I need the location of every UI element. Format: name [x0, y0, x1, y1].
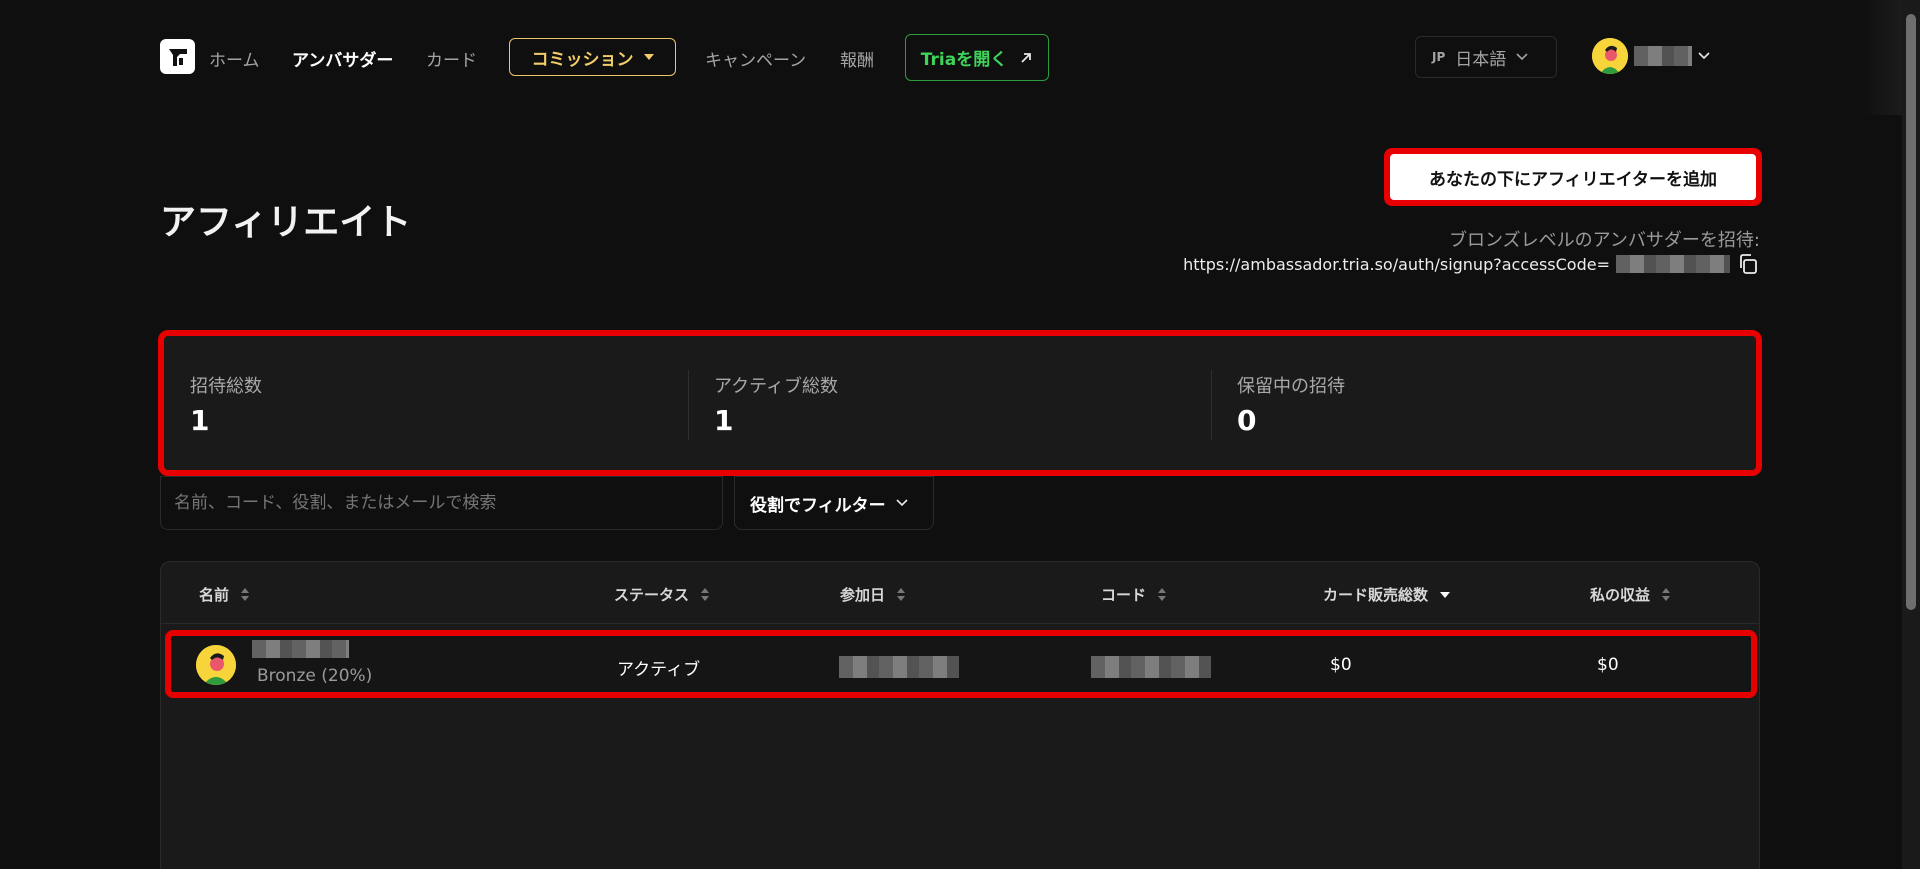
copy-icon[interactable] [1736, 252, 1760, 276]
column-label: 名前 [199, 586, 230, 604]
role-filter-dropdown[interactable]: 役割でフィルター [734, 476, 934, 530]
column-header-joined-date[interactable]: 参加日 [840, 584, 906, 605]
sort-icon [897, 588, 906, 601]
column-label: 私の収益 [1590, 586, 1651, 604]
stat-label: アクティブ総数 [714, 376, 839, 397]
caret-down-icon [643, 54, 654, 60]
sort-icon [1662, 588, 1671, 601]
open-tria-button[interactable]: Triaを開く [905, 34, 1049, 81]
avatar-illustration-icon [1592, 38, 1628, 74]
avatar-illustration-icon [196, 645, 236, 685]
avatar [1592, 38, 1628, 74]
language-selector[interactable]: JP 日本語 [1415, 36, 1557, 78]
affiliates-table: 名前 ステータス 参加日 コード カード販売総数 私の収益 Bronze (20… [160, 561, 1760, 869]
stat-divider [688, 370, 689, 440]
sort-icon [1158, 588, 1167, 601]
invite-link[interactable]: https://ambassador.tria.so/auth/signup?a… [1183, 255, 1610, 274]
access-code-redacted [1616, 255, 1730, 273]
nav-commission-dropdown[interactable]: コミッション [509, 38, 676, 76]
stat-value: 0 [1237, 404, 1257, 437]
column-label: コード [1101, 586, 1147, 604]
stat-value: 1 [714, 404, 734, 437]
add-affiliate-button[interactable]: あなたの下にアフィリエイターを追加 [1390, 154, 1756, 200]
language-code: JP [1432, 50, 1446, 64]
my-earnings: $0 [1597, 655, 1619, 675]
affiliate-status: アクティブ [617, 660, 701, 680]
affiliate-name-redacted [252, 640, 349, 658]
table-row[interactable]: Bronze (20%) アクティブ $0 $0 [165, 630, 1757, 698]
language-label: 日本語 [1455, 49, 1507, 70]
chevron-down-icon [896, 499, 908, 507]
tria-logo-icon[interactable] [160, 39, 195, 74]
invite-link-row: https://ambassador.tria.so/auth/signup?a… [1183, 252, 1760, 276]
stat-value: 1 [190, 404, 210, 437]
chevron-down-icon [1698, 52, 1710, 60]
nav-card[interactable]: カード [426, 46, 477, 71]
column-header-my-earnings[interactable]: 私の収益 [1590, 584, 1671, 605]
scrollbar[interactable] [1902, 0, 1920, 869]
arrow-up-right-icon [1021, 52, 1032, 63]
column-label: カード販売総数 [1323, 586, 1429, 604]
search-input[interactable] [174, 493, 722, 513]
affiliate-code-redacted [1091, 656, 1211, 678]
column-label: ステータス [614, 586, 690, 604]
top-navigation: ホーム アンバサダー カード コミッション キャンペーン 報酬 Triaを開く … [160, 34, 1920, 81]
search-box [160, 476, 723, 530]
table-header: 名前 ステータス 参加日 コード カード販売総数 私の収益 [161, 562, 1759, 624]
user-menu[interactable] [1592, 38, 1710, 74]
nav-commission-label: コミッション [531, 49, 634, 70]
nav-campaign[interactable]: キャンペーン [705, 46, 806, 71]
joined-date-redacted [839, 656, 959, 678]
column-label: 参加日 [840, 586, 886, 604]
nav-ambassador[interactable]: アンバサダー [292, 46, 393, 71]
sort-descending-icon [1440, 591, 1451, 598]
sort-icon [701, 588, 710, 601]
username-redacted [1634, 46, 1692, 66]
nav-rewards[interactable]: 報酬 [840, 46, 874, 71]
column-header-code[interactable]: コード [1101, 584, 1167, 605]
chevron-down-icon [1516, 53, 1528, 61]
nav-home[interactable]: ホーム [209, 46, 260, 71]
card-sales-total: $0 [1330, 655, 1352, 675]
add-affiliate-highlight: あなたの下にアフィリエイターを追加 [1384, 148, 1762, 206]
stat-label: 保留中の招待 [1237, 376, 1345, 397]
avatar [196, 645, 236, 685]
stats-panel: 招待総数 1 アクティブ総数 1 保留中の招待 0 [158, 330, 1762, 476]
sort-icon [241, 588, 250, 601]
scroll-fade [1862, 0, 1902, 115]
column-header-card-sales[interactable]: カード販売総数 [1323, 584, 1451, 605]
tria-logo-mark [168, 48, 187, 66]
invite-label: ブロンズレベルのアンバサダーを招待: [1449, 230, 1760, 251]
page-title: アフィリエイト [160, 202, 412, 243]
column-header-status[interactable]: ステータス [614, 584, 710, 605]
column-header-name[interactable]: 名前 [199, 584, 250, 605]
open-tria-label: Triaを開く [920, 50, 1008, 70]
stat-divider [1211, 370, 1212, 440]
affiliate-role: Bronze (20%) [257, 666, 373, 686]
role-filter-label: 役割でフィルター [750, 495, 886, 516]
stat-label: 招待総数 [190, 376, 262, 397]
scrollbar-thumb[interactable] [1906, 14, 1916, 610]
